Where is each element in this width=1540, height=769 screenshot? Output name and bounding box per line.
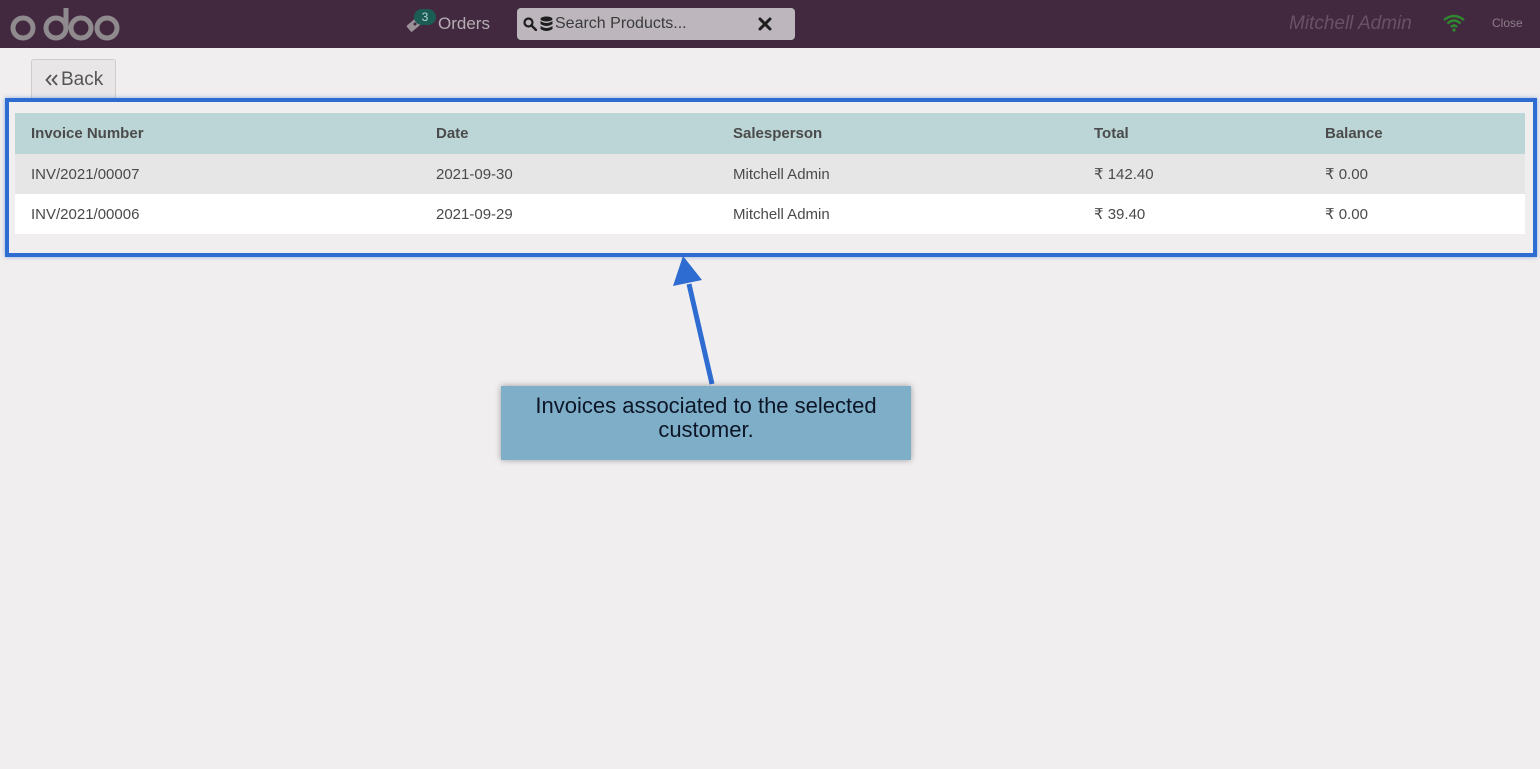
search-input[interactable]	[555, 12, 755, 36]
clear-icon[interactable]	[758, 17, 772, 31]
odoo-logo	[10, 8, 120, 41]
orders-label: Orders	[438, 14, 490, 33]
wifi-icon	[1443, 14, 1465, 32]
orders-count-badge: 3	[414, 9, 436, 25]
database-icon	[540, 16, 553, 31]
close-button[interactable]: Close	[1492, 16, 1523, 30]
user-name[interactable]: Mitchell Admin	[1289, 13, 1412, 35]
top-bar: Orders 3 Mitchell Admin Close	[0, 0, 1540, 48]
search-bar[interactable]	[517, 8, 795, 40]
annotation-callout: Invoices associated to the selected cust…	[501, 386, 911, 460]
double-chevron-left-icon	[45, 73, 58, 86]
annotation-arrow	[673, 256, 715, 385]
back-label: Back	[61, 68, 104, 90]
search-icon	[523, 17, 537, 31]
highlight-frame	[5, 98, 1537, 257]
back-button[interactable]: Back	[31, 59, 116, 99]
